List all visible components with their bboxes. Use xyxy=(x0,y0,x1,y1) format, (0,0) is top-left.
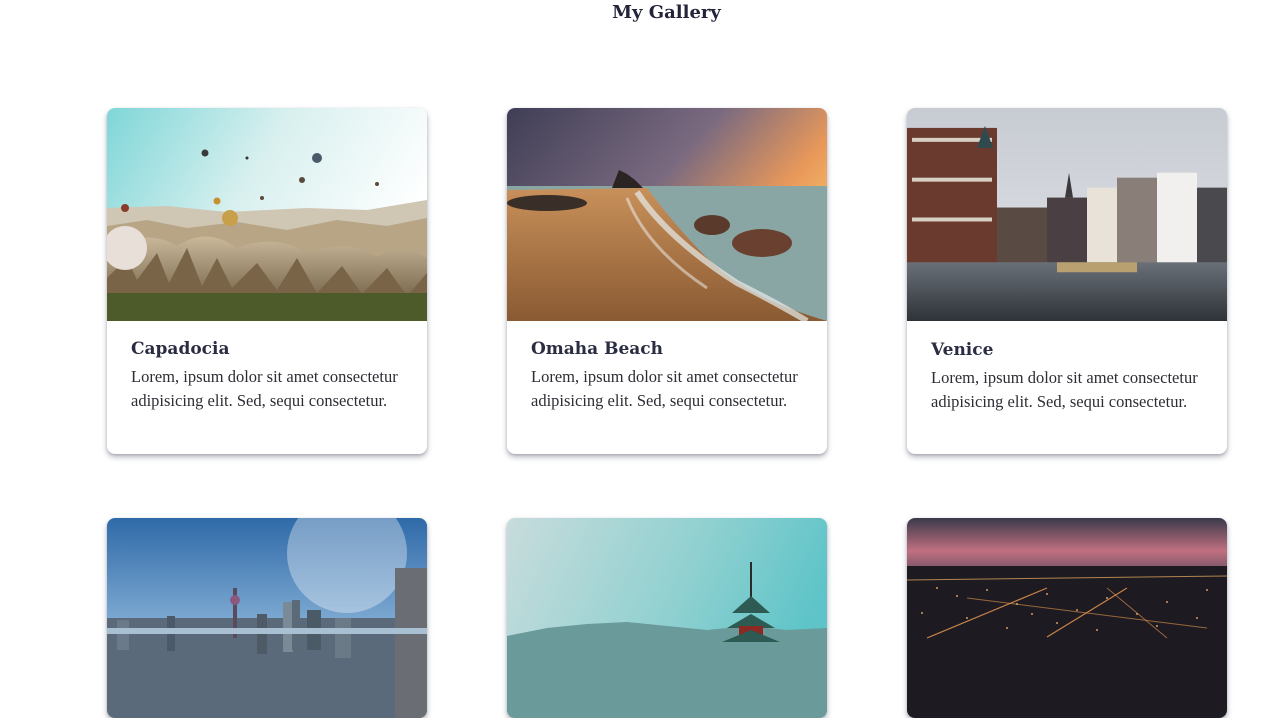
gallery-card-omaha-beach[interactable]: Omaha Beach Lorem, ipsum dolor sit amet … xyxy=(507,108,827,454)
gallery-card-5[interactable] xyxy=(507,518,827,718)
canal-city-photo xyxy=(907,108,1227,322)
card-description: Lorem, ipsum dolor sit amet consectetur … xyxy=(931,368,1198,411)
hot-air-balloons-landscape-photo xyxy=(107,108,427,321)
gallery-card-6[interactable] xyxy=(907,518,1227,718)
gallery-card-4[interactable] xyxy=(107,518,427,718)
card-description: Lorem, ipsum dolor sit amet consectetur … xyxy=(131,367,398,410)
beach-sunset-photo xyxy=(507,108,827,321)
city-skyline-photo xyxy=(107,518,427,718)
card-title: Omaha Beach xyxy=(531,339,664,359)
pagoda-photo xyxy=(507,518,827,718)
city-lights-night-photo xyxy=(907,518,1227,718)
gallery-card-capadocia[interactable]: Capadocia Lorem, ipsum dolor sit amet co… xyxy=(107,108,427,454)
gallery-card-venice[interactable]: Venice Lorem, ipsum dolor sit amet conse… xyxy=(907,108,1227,454)
page-title: My Gallery xyxy=(612,2,721,23)
card-title: Capadocia xyxy=(131,339,230,359)
card-description: Lorem, ipsum dolor sit amet consectetur … xyxy=(531,367,798,410)
card-title: Venice xyxy=(931,340,994,360)
